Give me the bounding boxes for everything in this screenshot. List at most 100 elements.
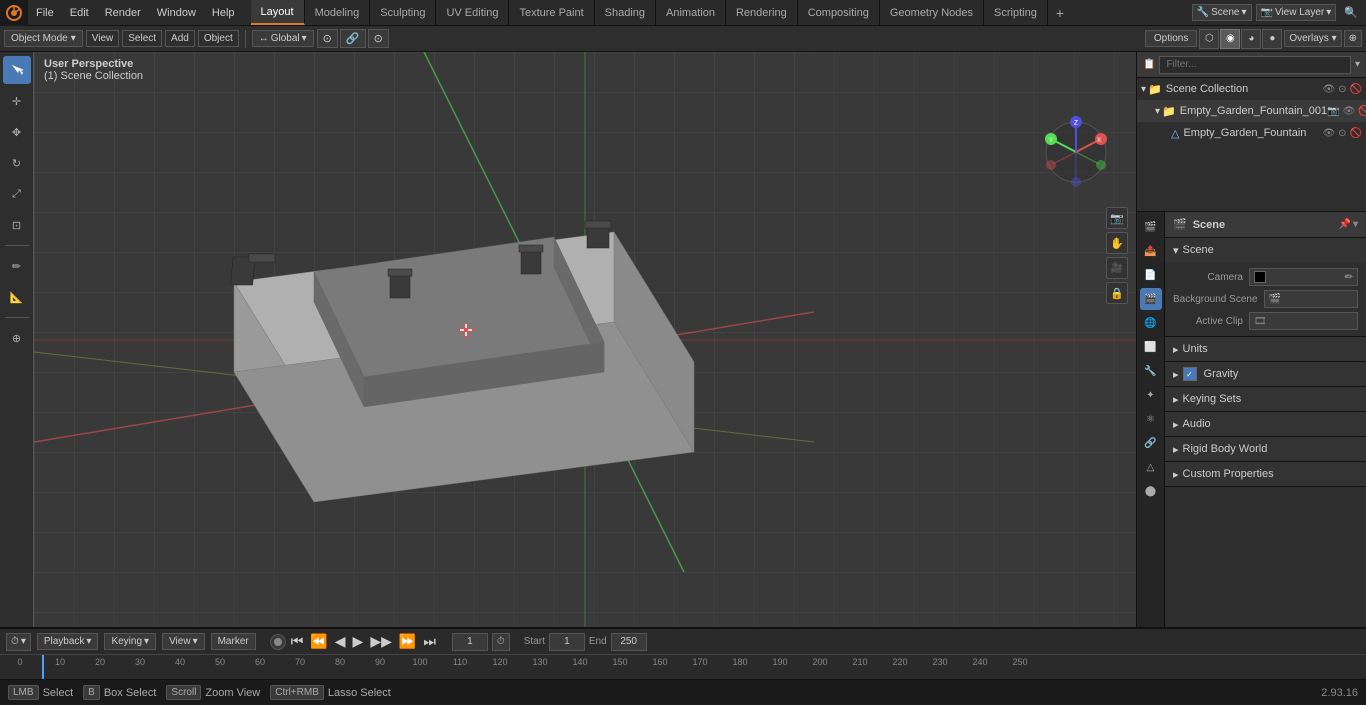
add-workspace-button[interactable]: + [1048, 5, 1072, 21]
tab-shading[interactable]: Shading [595, 0, 656, 25]
props-pin-btn[interactable]: 📌 [1339, 219, 1351, 230]
scene-props-icon[interactable]: 🎬 [1140, 288, 1162, 310]
lock-icon[interactable]: 🔒 [1106, 282, 1128, 304]
cam-action3[interactable]: 🚫 [1358, 106, 1366, 117]
custom-props-section-header[interactable]: ▸ Custom Properties [1165, 462, 1366, 486]
tool-transform[interactable]: ⊡ [3, 211, 31, 239]
world-props-icon[interactable]: 🌐 [1140, 312, 1162, 334]
transform-global-selector[interactable]: ↔ Global ▾ [252, 30, 314, 47]
tool-select[interactable] [3, 56, 31, 84]
keying-sets-section-header[interactable]: ▸ Keying Sets [1165, 387, 1366, 411]
active-clip-value[interactable]: 🎞 [1249, 312, 1358, 330]
tab-animation[interactable]: Animation [656, 0, 726, 25]
add-menu[interactable]: Add [165, 30, 195, 47]
start-frame-input[interactable]: 1 [549, 633, 585, 651]
viewport[interactable]: User Perspective (1) Scene Collection [34, 52, 1136, 627]
outliner-row-fountain[interactable]: △ Empty_Garden_Fountain 👁 ⊙ 🚫 [1137, 122, 1366, 144]
render-props-icon[interactable]: 🎬 [1140, 216, 1162, 238]
view-dropdown[interactable]: View ▾ [162, 633, 205, 650]
gravity-section-header[interactable]: ▸ ✓ Gravity [1165, 362, 1366, 386]
bg-scene-value[interactable]: 🎬 [1264, 290, 1358, 308]
proportional-btn[interactable]: ⊙ [368, 29, 389, 48]
outliner-filter-btn[interactable]: ▾ [1355, 59, 1360, 70]
tab-modeling[interactable]: Modeling [305, 0, 371, 25]
menu-window[interactable]: Window [149, 0, 204, 25]
playback-dropdown[interactable]: Playback ▾ [37, 633, 99, 650]
view-layer-props-icon[interactable]: 📄 [1140, 264, 1162, 286]
snap-btn[interactable]: 🔗 [340, 29, 366, 48]
tab-texture-paint[interactable]: Texture Paint [509, 0, 594, 25]
mesh-select-action[interactable]: ⊙ [1338, 128, 1346, 139]
tab-scripting[interactable]: Scripting [984, 0, 1048, 25]
hide-action[interactable]: 🚫 [1350, 84, 1362, 95]
step-fwd-btn[interactable]: ▶▶ [368, 633, 394, 650]
outliner-row-fountain-001[interactable]: ▾ 📁 Empty_Garden_Fountain_001 📷 👁 🚫 [1137, 100, 1366, 122]
outliner-row-scene-collection[interactable]: ▾ 📁 Scene Collection 👁 ⊙ 🚫 [1137, 78, 1366, 100]
tab-rendering[interactable]: Rendering [726, 0, 798, 25]
video-icon[interactable]: 🎥 [1106, 257, 1128, 279]
camera-value[interactable]: ✏ [1249, 268, 1358, 286]
clock-icon-btn[interactable]: ⏱ ▾ [6, 633, 31, 651]
object-props-icon[interactable]: ⬜ [1140, 336, 1162, 358]
record-btn[interactable] [270, 634, 286, 650]
cam-action2[interactable]: 👁 [1343, 106, 1356, 117]
object-data-props-icon[interactable]: △ [1140, 456, 1162, 478]
object-mode-selector[interactable]: Object Mode ▾ [4, 30, 83, 47]
frame-track[interactable]: 0 10 20 30 40 50 60 70 80 90 100 110 120… [0, 654, 1366, 679]
marker-dropdown[interactable]: Marker [211, 633, 256, 650]
units-section-header[interactable]: ▸ Units [1165, 337, 1366, 361]
outliner-search[interactable] [1159, 56, 1351, 74]
play-btn[interactable]: ▶ [351, 633, 366, 650]
menu-help[interactable]: Help [204, 0, 243, 25]
material-preview-btn[interactable]: ◕ [1241, 29, 1261, 49]
rigid-body-section-header[interactable]: ▸ Rigid Body World [1165, 437, 1366, 461]
gizmo-btn[interactable]: ⊕ [1344, 30, 1362, 47]
tool-add[interactable]: ⊕ [3, 324, 31, 352]
tool-measure[interactable]: 📐 [3, 283, 31, 311]
keying-dropdown[interactable]: Keying ▾ [104, 633, 156, 650]
tool-cursor[interactable]: ✛ [3, 87, 31, 115]
menu-render[interactable]: Render [97, 0, 149, 25]
menu-edit[interactable]: Edit [62, 0, 97, 25]
end-frame-input[interactable]: 250 [611, 633, 647, 651]
mesh-view-action[interactable]: 👁 [1322, 128, 1335, 139]
current-frame-input[interactable]: 1 [452, 633, 488, 651]
camera-icon[interactable]: 📷 [1106, 207, 1128, 229]
tab-sculpting[interactable]: Sculpting [370, 0, 436, 25]
overlay-btn[interactable]: Overlays ▾ [1284, 30, 1341, 47]
prev-frame-btn[interactable]: ⏪ [308, 633, 329, 650]
scene-section-header[interactable]: ▾ Scene [1165, 238, 1366, 262]
physics-props-icon[interactable]: ⚛ [1140, 408, 1162, 430]
frame-timer-icon[interactable]: ⏱ [492, 633, 510, 651]
jump-start-btn[interactable]: ⏮ [289, 633, 306, 650]
view-menu[interactable]: View [86, 30, 120, 47]
solid-btn[interactable]: ◉ [1220, 29, 1240, 49]
viewport-gizmo[interactable]: X Y Z [1036, 112, 1116, 192]
cam-view-action[interactable]: 📷 [1327, 106, 1339, 117]
tool-move[interactable]: ✥ [3, 118, 31, 146]
view-action[interactable]: 👁 [1322, 84, 1335, 95]
select-menu[interactable]: Select [122, 30, 162, 47]
next-frame-btn[interactable]: ⏩ [397, 633, 418, 650]
transform-pivot-btn[interactable]: ⊙ [317, 29, 338, 48]
output-props-icon[interactable]: 📤 [1140, 240, 1162, 262]
particles-props-icon[interactable]: ✦ [1140, 384, 1162, 406]
object-menu[interactable]: Object [198, 30, 239, 47]
search-icon[interactable]: 🔍 [1344, 6, 1358, 19]
audio-section-header[interactable]: ▸ Audio [1165, 412, 1366, 436]
tool-scale[interactable]: ⤢ [3, 180, 31, 208]
menu-file[interactable]: File [28, 0, 62, 25]
tab-geometry-nodes[interactable]: Geometry Nodes [880, 0, 984, 25]
tab-compositing[interactable]: Compositing [798, 0, 880, 25]
modifier-props-icon[interactable]: 🔧 [1140, 360, 1162, 382]
gravity-checkbox[interactable]: ✓ [1183, 367, 1197, 381]
tab-layout[interactable]: Layout [251, 0, 305, 25]
wireframe-btn[interactable]: ⬡ [1199, 29, 1219, 49]
constraints-props-icon[interactable]: 🔗 [1140, 432, 1162, 454]
step-back-btn[interactable]: ◀ [333, 633, 348, 650]
props-options-btn[interactable]: ▾ [1353, 219, 1358, 230]
camera-edit-btn[interactable]: ✏ [1345, 272, 1353, 283]
jump-end-btn[interactable]: ⏭ [421, 633, 438, 650]
rendered-btn[interactable]: ● [1262, 29, 1282, 49]
mesh-hide-action[interactable]: 🚫 [1350, 128, 1362, 139]
